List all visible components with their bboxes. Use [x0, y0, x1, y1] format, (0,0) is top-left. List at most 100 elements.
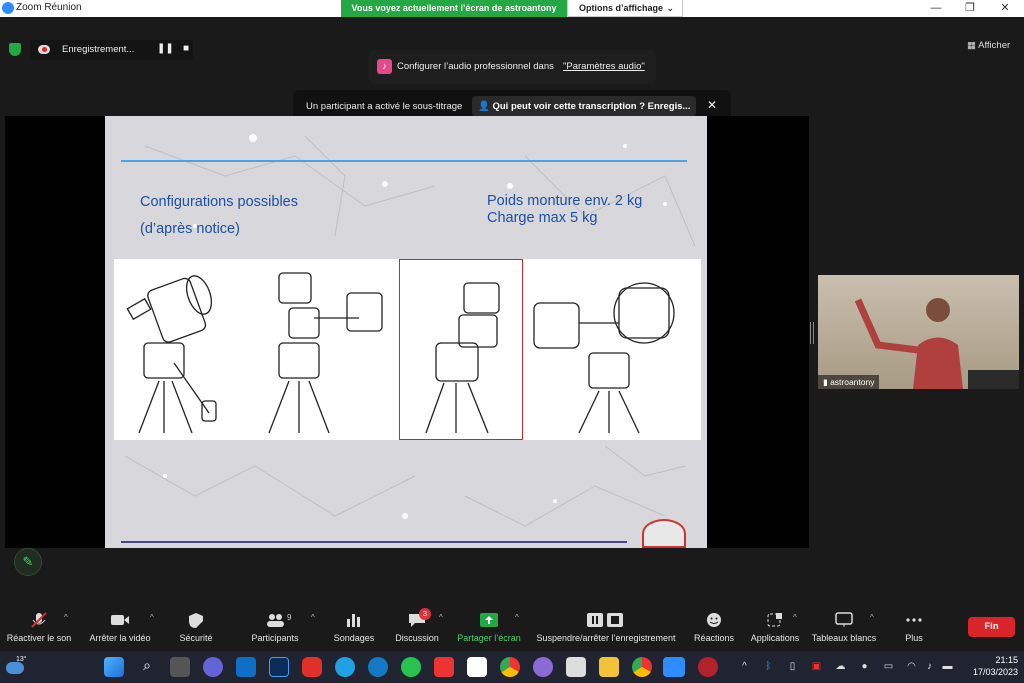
annotate-pencil-icon[interactable]: ✎: [14, 548, 42, 576]
close-window-button[interactable]: ✕: [990, 0, 1020, 17]
view-layout-icon: ▦: [967, 40, 976, 51]
participant-video-thumbnail[interactable]: ▮ astroantony: [818, 275, 1019, 389]
end-meeting-button[interactable]: Fin: [968, 617, 1015, 637]
app-k-icon[interactable]: [467, 657, 487, 677]
microphone-tray-icon[interactable]: ●: [858, 660, 871, 673]
chrome-profile-icon[interactable]: [632, 657, 652, 677]
red-app-icon[interactable]: [698, 657, 718, 677]
video-options-caret[interactable]: ^: [150, 613, 154, 622]
chrome-icon[interactable]: [500, 657, 520, 677]
close-banner-icon[interactable]: ✕: [707, 98, 717, 112]
onedrive-icon[interactable]: ☁: [834, 660, 847, 673]
pause-stop-recording-button[interactable]: Suspendre/arrêter l’enregistrement: [533, 605, 679, 651]
windows-start-icon[interactable]: [104, 657, 124, 677]
unmute-label: Réactiver le son: [6, 633, 72, 643]
tray-overflow-icon[interactable]: ^: [738, 660, 751, 673]
reactions-label: Réactions: [693, 633, 735, 643]
pause-stop-recording-label: Suspendre/arrêter l’enregistrement: [536, 633, 676, 643]
system-clock[interactable]: 21:15 17/03/2023: [960, 654, 1018, 678]
share-options-caret[interactable]: ^: [515, 613, 519, 622]
view-button[interactable]: ▦ Afficher: [967, 40, 1010, 51]
chat-options-caret[interactable]: ^: [439, 613, 443, 622]
participants-button[interactable]: 9 Participants ^: [243, 605, 314, 651]
telescope-config-2-illustration: [268, 272, 383, 434]
zoom-app-icon[interactable]: [663, 657, 685, 677]
whiteboards-button[interactable]: Tableaux blancs ^: [810, 605, 878, 651]
more-button[interactable]: Plus: [893, 605, 935, 651]
cloud-sync-icon[interactable]: [368, 657, 388, 677]
weather-widget[interactable]: 13°: [6, 656, 28, 678]
recording-label: Enregistrement...: [62, 44, 135, 55]
share-screen-button[interactable]: Partager l’écran ^: [455, 605, 523, 651]
stop-recording-button[interactable]: ■: [178, 43, 194, 57]
security-button[interactable]: Sécurité: [168, 605, 224, 651]
search-icon[interactable]: ⌕: [137, 657, 157, 677]
whiteboards-options-caret[interactable]: ^: [870, 613, 874, 622]
security-shield-icon[interactable]: [9, 43, 21, 56]
title-bar: Zoom Réunion Vous voyez actuellement l’é…: [0, 0, 1024, 17]
task-view-icon[interactable]: [170, 657, 190, 677]
chat-unread-badge: 3: [419, 608, 431, 620]
reactions-button[interactable]: Réactions: [689, 605, 739, 651]
shared-screen: Configurations possibles (d’après notice…: [5, 116, 809, 548]
whatsapp-icon[interactable]: [401, 657, 421, 677]
bluetooth-icon[interactable]: ᛒ: [762, 660, 775, 673]
mount-configurations-image: [114, 259, 701, 440]
stop-video-label: Arrêter la vidéo: [89, 633, 151, 643]
stop-video-button[interactable]: Arrêter la vidéo ^: [84, 605, 156, 651]
participants-options-caret[interactable]: ^: [311, 613, 315, 622]
chat-label: Discussion: [395, 633, 439, 643]
recording-indicator: Enregistrement... ❚❚ ■: [30, 40, 193, 60]
shield-icon: [189, 613, 203, 628]
slide-load-text: Charge max 5 kg: [487, 210, 598, 226]
slide-bottom-rule: [121, 541, 627, 543]
file-explorer-icon[interactable]: [599, 657, 619, 677]
bitdefender-icon[interactable]: [434, 657, 454, 677]
music-note-icon: ♪: [377, 59, 392, 74]
polls-label: Sondages: [333, 633, 375, 643]
meeting-toolbar: Réactiver le son ^ Arrêter la vidéo ^ Sé…: [0, 605, 1024, 651]
photoshop-icon[interactable]: [269, 657, 289, 677]
video-camera-icon: [111, 615, 129, 625]
polls-button[interactable]: Sondages: [326, 605, 382, 651]
clock-time: 21:15: [995, 655, 1018, 665]
battery-icon[interactable]: ▬: [941, 660, 954, 673]
audio-options-caret[interactable]: ^: [64, 613, 68, 622]
teams-chat-icon[interactable]: [203, 657, 223, 677]
audio-settings-link[interactable]: "Paramètres audio": [563, 61, 645, 72]
apps-options-caret[interactable]: ^: [793, 613, 797, 622]
slide-left-subtitle: (d’après notice): [140, 221, 240, 237]
edge-browser-icon[interactable]: [335, 657, 355, 677]
transcript-visibility-button[interactable]: 👤 Qui peut voir cette transcription ? En…: [472, 96, 696, 117]
unmute-button[interactable]: Réactiver le son ^: [0, 605, 78, 651]
windows-taskbar: 13° ⌕ ^ ᛒ ▯ ▣ ☁ ● ▭ ◠ ♪ ▬ 21:15 17/03/20…: [0, 651, 1024, 683]
antivirus-icon[interactable]: [302, 657, 322, 677]
view-options-button[interactable]: Options d’affichage ⌄: [567, 0, 683, 17]
chat-button[interactable]: 3 Discussion ^: [391, 605, 443, 651]
resize-handle[interactable]: [810, 322, 814, 344]
gift-icon[interactable]: ▣: [810, 660, 823, 673]
wifi-icon[interactable]: ◠: [905, 660, 918, 673]
slide-weight-text: Poids monture env. 2 kg: [487, 193, 643, 209]
restore-button[interactable]: ❐: [955, 0, 985, 17]
zoom-logo-icon: [2, 2, 14, 14]
speaker-muted-icon[interactable]: ♪: [923, 660, 936, 673]
smiley-icon: [707, 613, 721, 627]
bar-chart-icon: [347, 614, 360, 627]
whiteboard-icon: [835, 612, 853, 627]
minimize-button[interactable]: —: [921, 0, 951, 17]
snipping-tool-icon[interactable]: [566, 657, 586, 677]
outlook-icon[interactable]: [236, 657, 256, 677]
pause-recording-button[interactable]: ❚❚: [157, 43, 174, 57]
display-icon[interactable]: ▭: [882, 660, 895, 673]
selected-configuration-frame: [399, 259, 523, 440]
weather-temperature: 13°: [16, 656, 27, 663]
presentation-slide: Configurations possibles (d’après notice…: [105, 116, 707, 548]
slide-top-rule: [121, 160, 687, 162]
stellarium-icon[interactable]: [533, 657, 553, 677]
apps-button[interactable]: Applications ^: [747, 605, 803, 651]
participant-name: astroantony: [830, 377, 875, 387]
participants-count: 9: [287, 613, 292, 622]
usb-icon[interactable]: ▯: [786, 660, 799, 673]
more-label: Plus: [905, 633, 923, 643]
